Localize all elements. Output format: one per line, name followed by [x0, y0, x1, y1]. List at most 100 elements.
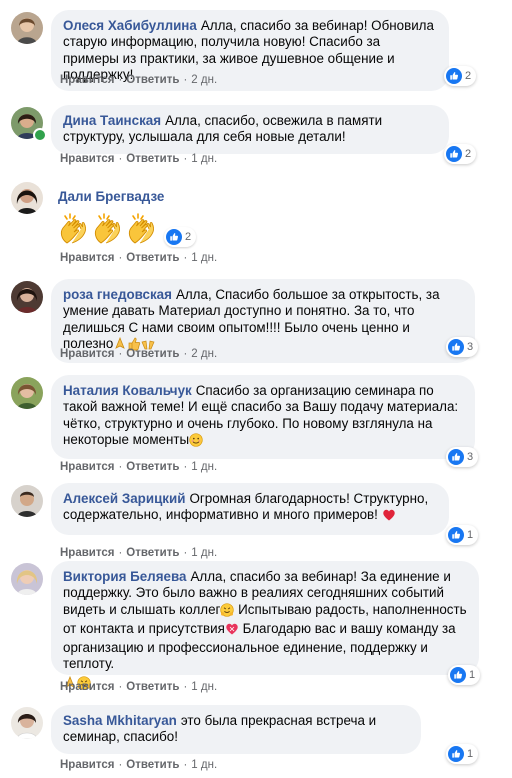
separator: ·	[118, 74, 123, 86]
comment-bubble: Дали Брегвадзе	[51, 181, 175, 213]
comment-time[interactable]: 1 дн.	[191, 461, 217, 473]
separator: ·	[118, 348, 123, 360]
separator: ·	[183, 547, 188, 559]
like-link[interactable]: Нравится	[60, 153, 114, 165]
avatar[interactable]	[11, 707, 43, 739]
comment-bubble: Алексей Зарицкий Огромная благодарность! …	[51, 483, 449, 535]
reaction-number: 2	[465, 70, 472, 82]
reply-link[interactable]: Ответить	[126, 252, 179, 264]
comment-author[interactable]: Алексей Зарицкий	[63, 491, 185, 506]
avatar[interactable]	[11, 377, 43, 409]
reply-link[interactable]: Ответить	[126, 547, 179, 559]
reply-link[interactable]: Ответить	[126, 461, 179, 473]
comment-author[interactable]: Дина Таинская	[63, 113, 161, 128]
like-link[interactable]: Нравится	[60, 547, 114, 559]
reply-link[interactable]: Ответить	[126, 681, 179, 693]
comment-author[interactable]: Sasha Mkhitaryan	[63, 713, 177, 728]
clapping-hands-emoji	[126, 213, 158, 245]
clapping-hands-emoji	[92, 213, 124, 245]
like-icon	[448, 339, 464, 355]
like-icon	[448, 746, 464, 762]
reply-link[interactable]: Ответить	[126, 348, 179, 360]
separator: ·	[183, 348, 188, 360]
avatar[interactable]	[11, 563, 43, 595]
comment-bubble: Наталия Ковальчук Спасибо за организацию …	[51, 375, 475, 460]
reaction-number: 3	[467, 451, 474, 463]
reaction-count[interactable]: 2	[444, 66, 477, 86]
comment-actions: Нравится · Ответить · 2 дн.	[60, 348, 217, 360]
comment-time[interactable]: 2 дн.	[191, 348, 217, 360]
comment-time[interactable]: 1 дн.	[191, 759, 217, 771]
separator: ·	[118, 681, 123, 693]
like-icon	[448, 449, 464, 465]
comment-time[interactable]: 1 дн.	[191, 681, 217, 693]
separator: ·	[183, 461, 188, 473]
reaction-count[interactable]: 3	[446, 337, 479, 357]
reaction-number: 1	[467, 748, 474, 760]
reaction-number: 1	[467, 529, 474, 541]
like-icon	[166, 229, 182, 245]
comment-actions: Нравится · Ответить · 2 дн.	[60, 74, 217, 86]
separator: ·	[183, 252, 188, 264]
reaction-number: 2	[465, 148, 472, 160]
comment-actions: Нравится · Ответить · 1 дн.	[60, 681, 217, 693]
reply-link[interactable]: Ответить	[126, 759, 179, 771]
avatar[interactable]	[11, 182, 43, 214]
hugging-face-emoji	[220, 602, 235, 621]
comment-author[interactable]: Олеся Хабибуллина	[63, 18, 197, 33]
red-heart-emoji	[382, 508, 396, 526]
comment-author[interactable]: роза гнедовская	[63, 287, 172, 302]
comment-time[interactable]: 2 дн.	[191, 74, 217, 86]
reaction-count[interactable]: 2	[164, 227, 197, 247]
avatar[interactable]	[11, 281, 43, 313]
reaction-count[interactable]: 1	[446, 744, 479, 764]
separator: ·	[183, 681, 188, 693]
separator: ·	[118, 547, 123, 559]
comment-actions: Нравится · Ответить · 1 дн.	[60, 547, 217, 559]
comment-author[interactable]: Наталия Ковальчук	[63, 383, 192, 398]
like-link[interactable]: Нравится	[60, 461, 114, 473]
separator: ·	[183, 759, 188, 771]
reaction-count[interactable]: 2	[444, 144, 477, 164]
comment-bubble: Виктория Беляева Алла, спасибо за вебинар…	[51, 561, 479, 690]
reaction-count[interactable]: 1	[446, 525, 479, 545]
comment-time[interactable]: 1 дн.	[191, 547, 217, 559]
reaction-count[interactable]: 3	[446, 447, 479, 467]
separator: ·	[118, 461, 123, 473]
like-link[interactable]: Нравится	[60, 681, 114, 693]
comment-actions: Нравится · Ответить · 1 дн.	[60, 252, 217, 264]
reaction-number: 3	[467, 341, 474, 353]
comment-author[interactable]: Дали Брегвадзе	[58, 189, 164, 204]
comment-actions: Нравится · Ответить · 1 дн.	[60, 759, 217, 771]
reply-link[interactable]: Ответить	[126, 153, 179, 165]
like-link[interactable]: Нравится	[60, 252, 114, 264]
separator: ·	[118, 252, 123, 264]
comment-bubble: Sasha Mkhitaryan это была прекрасная встр…	[51, 705, 421, 754]
reply-link[interactable]: Ответить	[126, 74, 179, 86]
comment-actions: Нравится · Ответить · 1 дн.	[60, 461, 217, 473]
comment-author[interactable]: Виктория Беляева	[63, 569, 186, 584]
separator: ·	[183, 74, 188, 86]
comment-time[interactable]: 1 дн.	[191, 153, 217, 165]
online-status-indicator	[33, 128, 47, 142]
like-icon	[446, 68, 462, 84]
like-link[interactable]: Нравится	[60, 348, 114, 360]
reaction-count[interactable]: 1	[448, 665, 481, 685]
like-link[interactable]: Нравится	[60, 759, 114, 771]
comment-bubble: Дина Таинская Алла, спасибо, освежила в п…	[51, 105, 449, 154]
like-icon	[450, 667, 466, 683]
clapping-hands-emoji	[58, 213, 90, 245]
like-icon	[446, 146, 462, 162]
avatar[interactable]	[11, 485, 43, 517]
heart-with-ribbon-emoji	[225, 622, 239, 640]
like-link[interactable]: Нравится	[60, 74, 114, 86]
avatar[interactable]	[11, 12, 43, 44]
smiling-face-emoji	[189, 433, 203, 451]
separator: ·	[118, 759, 123, 771]
reaction-number: 1	[469, 669, 476, 681]
like-icon	[448, 527, 464, 543]
separator: ·	[183, 153, 188, 165]
emoji-row	[58, 213, 158, 245]
comment-time[interactable]: 1 дн.	[191, 252, 217, 264]
comment-actions: Нравится · Ответить · 1 дн.	[60, 153, 217, 165]
